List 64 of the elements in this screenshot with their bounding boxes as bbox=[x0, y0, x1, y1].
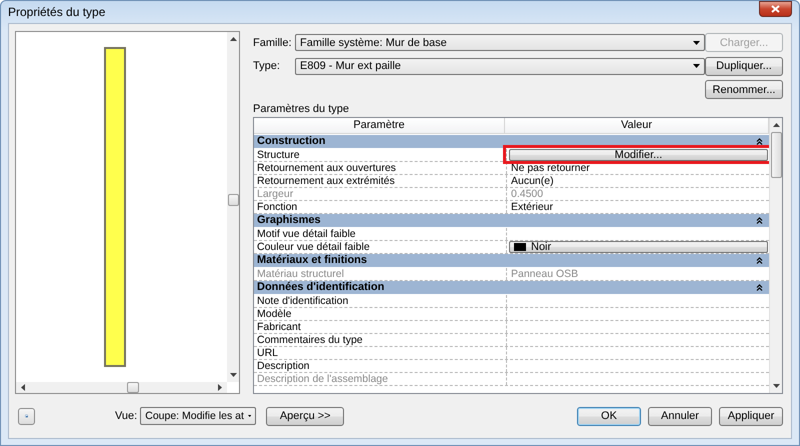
side-button[interactable]: Dupliquer... bbox=[705, 56, 783, 76]
scroll-down-icon[interactable] bbox=[772, 384, 780, 388]
vertical-scrollbar[interactable] bbox=[227, 32, 239, 382]
parameter-name: Commentaires du type bbox=[257, 334, 363, 346]
parameter-value: 0.4500 bbox=[511, 188, 544, 200]
dropdown-arrow-icon[interactable] bbox=[693, 64, 700, 68]
scroll-thumb[interactable] bbox=[770, 132, 782, 178]
scroll-up-icon[interactable] bbox=[772, 122, 780, 127]
vertical-scrollbar[interactable] bbox=[769, 118, 782, 393]
collapse-icon[interactable] bbox=[756, 256, 763, 264]
scroll-right-icon[interactable] bbox=[218, 384, 222, 391]
scroll-up-icon[interactable] bbox=[230, 37, 236, 41]
parameter-name: Fabricant bbox=[257, 320, 301, 333]
parameter-name: Structure bbox=[257, 148, 300, 161]
parameter-name: Description de l'assemblage bbox=[257, 372, 388, 385]
section-label: Paramètres du type bbox=[253, 103, 349, 116]
parameter-name: URL bbox=[257, 346, 278, 359]
dialog-button[interactable]: Annuler bbox=[648, 406, 712, 426]
close-icon[interactable] bbox=[771, 5, 780, 13]
group-header: Construction bbox=[257, 135, 326, 148]
parameter-value[interactable]: Ne pas retourner bbox=[511, 162, 590, 174]
view-label: Vue: bbox=[115, 410, 138, 422]
parameter-name: Matériau structurel bbox=[257, 268, 344, 280]
view-dropdown[interactable]: Coupe: Modifie les at bbox=[140, 407, 256, 425]
preview-button[interactable]: Aperçu >> bbox=[266, 406, 344, 426]
close-button[interactable] bbox=[759, 1, 792, 17]
family-label: Famille: bbox=[253, 36, 293, 49]
dialog-button[interactable]: OK bbox=[577, 406, 641, 426]
color-button[interactable]: Noir bbox=[509, 240, 768, 253]
collapse-icon[interactable] bbox=[756, 284, 763, 291]
view-2d-button[interactable] bbox=[18, 408, 35, 424]
scroll-thumb[interactable] bbox=[127, 382, 139, 393]
parameter-name: Description bbox=[257, 360, 310, 372]
parameter-name: Modèle bbox=[257, 308, 292, 320]
parameter-name: Fonction bbox=[257, 200, 298, 213]
collapse-icon[interactable] bbox=[756, 138, 763, 145]
parameter-name: Retournement aux ouvertures bbox=[257, 162, 396, 174]
side-button[interactable]: Renommer... bbox=[705, 80, 783, 100]
horizontal-scrollbar[interactable] bbox=[16, 382, 227, 393]
column-header: Paramètre bbox=[353, 119, 405, 132]
modify-button[interactable]: Modifier... bbox=[509, 148, 768, 161]
parameter-value: Panneau OSB bbox=[511, 268, 578, 280]
type-dropdown[interactable]: E809 - Mur ext paille bbox=[295, 58, 705, 75]
parameter-value[interactable]: Aucun(e) bbox=[511, 174, 554, 187]
scroll-thumb[interactable] bbox=[228, 194, 238, 206]
column-header: Valeur bbox=[621, 119, 652, 132]
collapse-icon[interactable] bbox=[756, 216, 763, 224]
parameter-name: Couleur vue détail faible bbox=[257, 240, 370, 253]
parameter-name: Note d'identification bbox=[257, 294, 348, 307]
parameter-name: Largeur bbox=[257, 188, 294, 200]
group-header: Graphismes bbox=[257, 214, 321, 226]
dropdown-arrow-icon[interactable] bbox=[248, 414, 252, 418]
scroll-down-icon[interactable] bbox=[230, 373, 236, 377]
type-label: Type: bbox=[253, 60, 281, 72]
parameter-value[interactable]: Extérieur bbox=[511, 200, 554, 213]
dropdown-arrow-icon[interactable] bbox=[693, 40, 700, 45]
group-header: Données d'identification bbox=[257, 281, 384, 294]
parameter-name: Retournement aux extrémités bbox=[257, 174, 395, 187]
window-title: Propriétés du type bbox=[8, 5, 106, 19]
family-dropdown[interactable]: Famille système: Mur de base bbox=[295, 34, 705, 52]
scroll-left-icon[interactable] bbox=[21, 384, 25, 391]
group-header: Matériaux et finitions bbox=[257, 254, 368, 266]
parameter-name: Motif vue détail faible bbox=[257, 228, 356, 240]
dialog-button[interactable]: Appliquer bbox=[719, 406, 783, 426]
